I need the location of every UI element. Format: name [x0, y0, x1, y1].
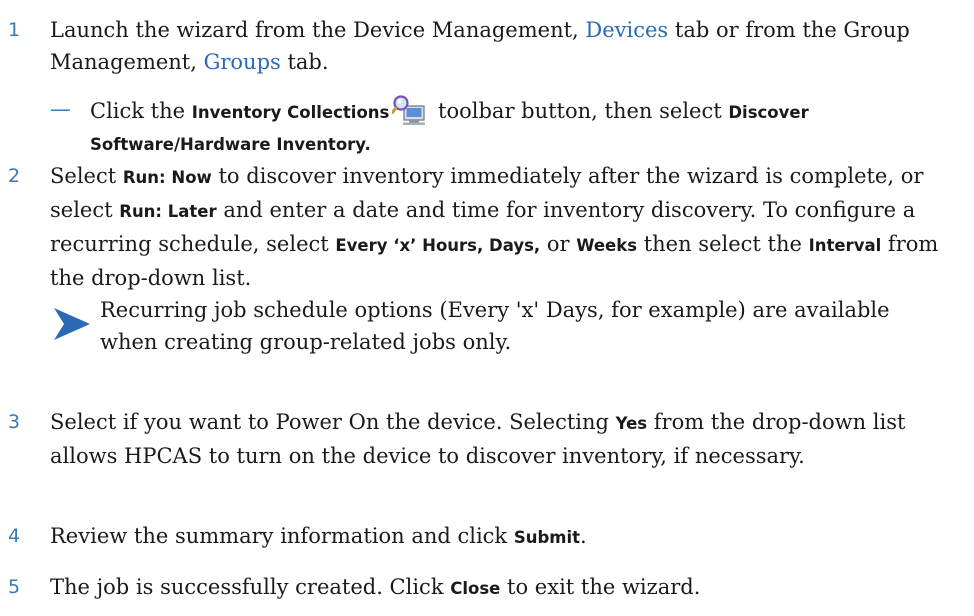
weeks-label: Weeks: [576, 236, 638, 255]
step-text-part: Select: [50, 164, 123, 188]
step-number: 2: [8, 165, 21, 187]
step-number: 3: [8, 411, 21, 433]
close-label: Close: [450, 579, 501, 598]
substep-text: Click the Inventory Collections toolbar …: [90, 94, 962, 160]
step-text-part: to exit the wizard.: [500, 575, 701, 599]
step-number: 4: [8, 525, 21, 547]
submit-label: Submit: [513, 528, 581, 547]
interval-label: Interval: [808, 236, 882, 255]
substep-text-part: toolbar button, then select: [431, 99, 729, 123]
step-text-part: tab.: [280, 50, 329, 74]
step-number: 5: [8, 576, 21, 598]
every-x-label: Every ‘x’ Hours, Days,: [335, 236, 541, 255]
step-text-part: Select if you want to Power On the devic…: [50, 410, 616, 434]
step-text-part: Review the summary information and click: [50, 524, 514, 548]
step-text: Select if you want to Power On the devic…: [50, 406, 962, 472]
inventory-collections-icon: [391, 94, 428, 126]
yes-label: Yes: [615, 414, 648, 433]
step-text-part: .: [580, 524, 587, 548]
inventory-collections-label: Inventory Collections: [191, 103, 390, 122]
step-text-part: or: [540, 232, 577, 256]
substep-dash: —: [50, 97, 71, 121]
step-text: The job is successfully created. Click C…: [50, 571, 962, 605]
devices-link[interactable]: Devices: [585, 18, 668, 42]
note-text: Recurring job schedule options (Every 'x…: [100, 298, 890, 354]
document-page: 1 Launch the wizard from the Device Mana…: [0, 0, 974, 616]
run-later-label: Run: Later: [119, 202, 217, 221]
step-text-part: The job is successfully created. Click: [50, 575, 451, 599]
step-text-part: Launch the wizard from the Device Manage…: [50, 18, 586, 42]
step-text: Select Run: Now to discover inventory im…: [50, 160, 962, 294]
substep-text-part: Click the: [90, 99, 192, 123]
step-text-part: then select the: [637, 232, 809, 256]
step-text: Review the summary information and click…: [50, 520, 962, 554]
step-text: Launch the wizard from the Device Manage…: [50, 14, 962, 78]
step-number: 1: [8, 19, 21, 41]
run-now-label: Run: Now: [122, 168, 212, 187]
groups-link[interactable]: Groups: [204, 50, 281, 74]
note-arrow-icon: [54, 308, 90, 340]
